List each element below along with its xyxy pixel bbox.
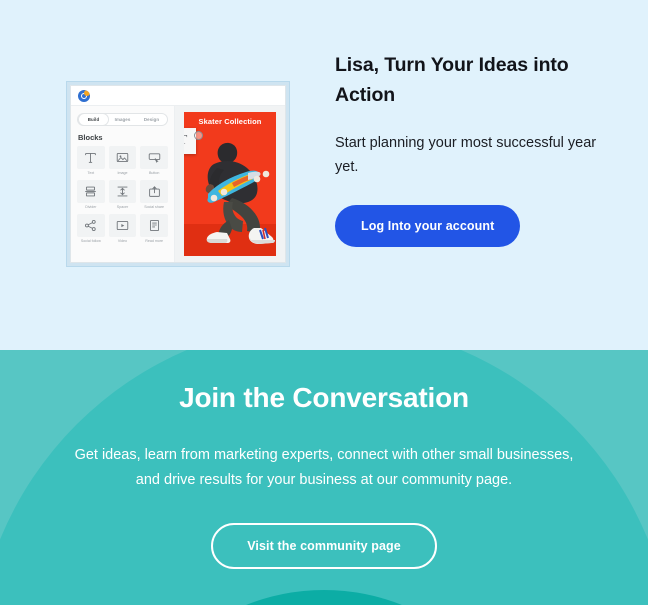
block-label: Image xyxy=(117,171,128,175)
tab-design[interactable]: Design xyxy=(137,114,166,125)
skater-photo xyxy=(184,124,276,256)
drag-cursor-icon xyxy=(194,131,203,140)
block-social-share[interactable]: Social share xyxy=(140,180,168,210)
community-section: Join the Conversation Get ideas, learn f… xyxy=(0,350,648,605)
video-icon xyxy=(108,214,137,237)
hero-section: Build Images Design Blocks Text Image Bu… xyxy=(0,0,648,350)
block-label: Social follow xyxy=(80,239,101,243)
tab-build[interactable]: Build xyxy=(79,114,108,125)
app-tabs: Build Images Design xyxy=(77,113,168,126)
block-label: Video xyxy=(117,239,128,243)
visit-community-button[interactable]: Visit the community page xyxy=(211,523,437,569)
block-social-follow[interactable]: Social follow xyxy=(77,214,105,244)
block-divider[interactable]: Divider xyxy=(77,180,105,210)
blocks-heading: Blocks xyxy=(78,133,103,142)
block-label: Spacer xyxy=(116,205,129,209)
community-body: Get ideas, learn from marketing experts,… xyxy=(74,447,574,488)
block-read-more[interactable]: Read more xyxy=(140,214,168,244)
blocks-grid: Text Image Button Divider Spacer Social … xyxy=(77,146,168,244)
hero-title: Lisa, Turn Your Ideas into Action xyxy=(335,54,569,106)
block-label: Read more xyxy=(145,239,164,243)
button-icon xyxy=(140,146,168,169)
community-content: Join the Conversation Get ideas, learn f… xyxy=(0,350,648,569)
read-more-icon xyxy=(140,214,168,237)
email-page: Build Images Design Blocks Text Image Bu… xyxy=(0,0,648,605)
image-icon xyxy=(108,146,137,169)
block-button[interactable]: Button xyxy=(140,146,168,176)
block-label: Text xyxy=(87,171,95,175)
social-share-icon xyxy=(140,180,168,203)
text-icon xyxy=(77,146,105,169)
login-button[interactable]: Log Into your account xyxy=(335,205,521,247)
app-topbar xyxy=(71,86,285,106)
spacer-icon xyxy=(108,180,137,203)
block-video[interactable]: Video xyxy=(108,214,137,244)
hero-subtitle: Start planning your most successful year… xyxy=(335,135,597,175)
product-screenshot-inner: Build Images Design Blocks Text Image Bu… xyxy=(70,85,286,263)
product-screenshot: Build Images Design Blocks Text Image Bu… xyxy=(66,81,290,267)
block-label: Social share xyxy=(144,205,165,209)
app-canvas-area: Skater Collection xyxy=(175,106,285,262)
block-image[interactable]: Image xyxy=(108,146,137,176)
block-label: Divider xyxy=(85,205,97,209)
social-follow-icon xyxy=(77,214,105,237)
block-text[interactable]: Text xyxy=(77,146,105,176)
email-canvas: Skater Collection xyxy=(184,112,276,256)
dragged-block-label: T xyxy=(184,134,187,148)
block-label: Button xyxy=(148,171,160,175)
hero-text-column: Lisa, Turn Your Ideas into Action Start … xyxy=(335,50,597,247)
app-sidebar: Build Images Design Blocks Text Image Bu… xyxy=(71,106,175,262)
divider-icon xyxy=(77,180,105,203)
tab-images[interactable]: Images xyxy=(108,114,137,125)
community-title: Join the Conversation xyxy=(179,382,469,413)
brand-logo-icon xyxy=(78,90,90,102)
block-spacer[interactable]: Spacer xyxy=(108,180,137,210)
